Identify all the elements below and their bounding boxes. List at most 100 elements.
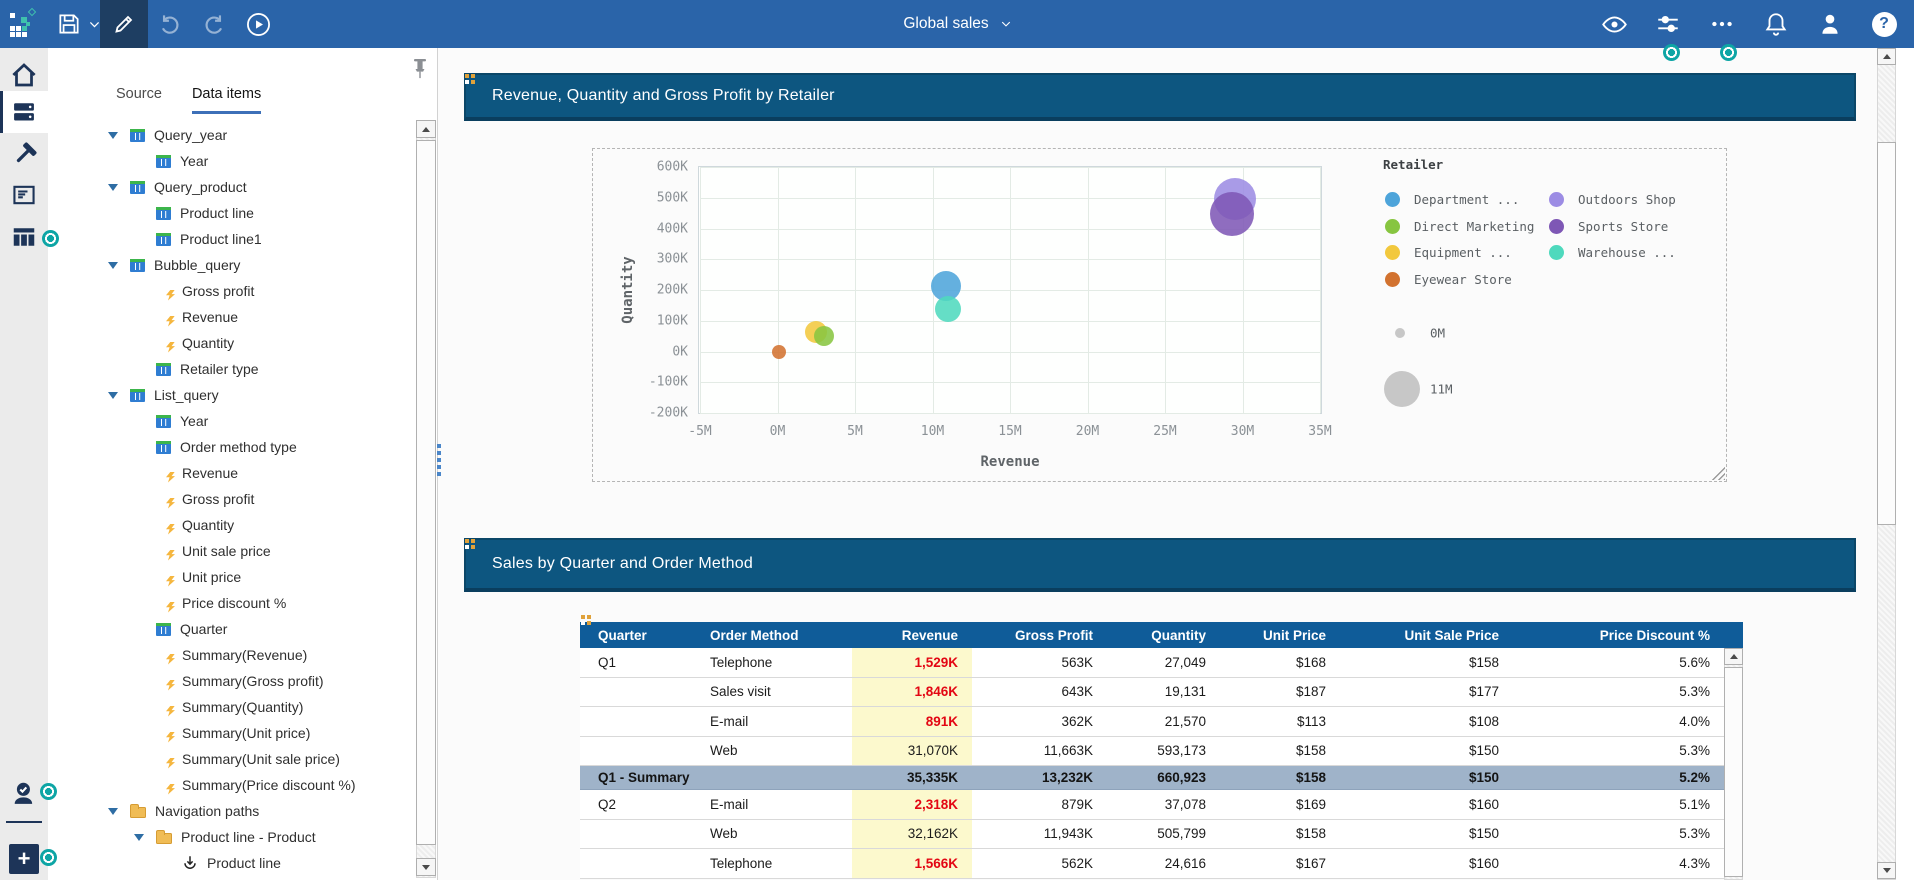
summary-cell[interactable]: 35,335K: [852, 766, 972, 789]
tree-item-summary-gross-profit-[interactable]: Summary(Gross profit): [50, 668, 414, 694]
table-cell[interactable]: Q1: [580, 648, 692, 677]
table-cell[interactable]: [580, 820, 692, 849]
tree-item-query-year[interactable]: Query_year: [50, 122, 414, 148]
tree-scrollbar-down-button[interactable]: [416, 858, 436, 876]
table-cell[interactable]: 5.3%: [1513, 737, 1724, 766]
table-cell[interactable]: Web: [692, 737, 852, 766]
table-cell[interactable]: 19,131: [1107, 678, 1220, 707]
table-cell[interactable]: 879K: [972, 790, 1107, 819]
table-cell[interactable]: $169: [1220, 790, 1340, 819]
legend-item-outdoors-shop[interactable]: Outdoors Shop: [1549, 192, 1676, 207]
tree-item-quantity[interactable]: Quantity: [50, 330, 414, 356]
run-report-button[interactable]: [236, 0, 280, 48]
table-cell[interactable]: 1,529K: [852, 648, 972, 677]
help-button[interactable]: ?: [1862, 0, 1906, 48]
table-cell[interactable]: 593,173: [1107, 737, 1220, 766]
table-cell[interactable]: $160: [1340, 790, 1513, 819]
tree-item-unit-sale-price[interactable]: Unit sale price: [50, 538, 414, 564]
column-header-unit-price[interactable]: Unit Price: [1220, 622, 1340, 648]
panel-splitter-handle[interactable]: [437, 472, 441, 476]
hint-queries[interactable]: [41, 229, 59, 247]
tree-item-bubble-query[interactable]: Bubble_query: [50, 252, 414, 278]
summary-cell[interactable]: 660,923: [1107, 766, 1220, 789]
expander-icon[interactable]: [108, 131, 130, 139]
table-cell[interactable]: 4.3%: [1513, 849, 1724, 878]
bubble-eyewear-store[interactable]: [772, 344, 787, 359]
table-row[interactable]: Telephone 1,566K 562K 24,616 $167 $160 4.3%: [580, 849, 1743, 879]
legend-item-department-[interactable]: Department ...: [1385, 192, 1519, 207]
table-cell[interactable]: 362K: [972, 707, 1107, 736]
table-row[interactable]: Sales visit 1,846K 643K 19,131 $187 $177 5.3%: [580, 677, 1743, 707]
legend-item-equipment-[interactable]: Equipment ...: [1385, 245, 1512, 261]
canvas-scrollbar-thumb[interactable]: [1877, 142, 1896, 525]
table-cell[interactable]: $160: [1340, 849, 1513, 878]
tree-item-summary-unit-sale-price-[interactable]: Summary(Unit sale price): [50, 746, 414, 772]
nav-add[interactable]: +: [9, 844, 39, 874]
hint-more-options[interactable]: [1719, 43, 1737, 61]
more-options-button[interactable]: [1700, 0, 1744, 48]
list-scrollbar-up-button[interactable]: [1724, 648, 1743, 665]
nav-data[interactable]: [0, 92, 48, 132]
chart-widget-title-bar[interactable]: Revenue, Quantity and Gross Profit by Re…: [464, 73, 1856, 121]
panel-splitter-handle[interactable]: [437, 465, 441, 469]
table-row[interactable]: E-mail 891K 362K 21,570 $113 $108 4.0%: [580, 707, 1743, 737]
table-cell[interactable]: $150: [1340, 820, 1513, 849]
table-cell[interactable]: 1,846K: [852, 677, 972, 706]
tree-item-retailer-type[interactable]: Retailer type: [50, 356, 414, 382]
tree-item-price-discount-[interactable]: Price discount %: [50, 590, 414, 616]
hint-filters[interactable]: [1662, 43, 1680, 61]
tree-item-product-line[interactable]: Product line: [50, 200, 414, 226]
tab-source[interactable]: Source: [116, 86, 162, 114]
undo-button[interactable]: [148, 0, 192, 48]
legend-item-eyewear-store[interactable]: Eyewear Store: [1385, 272, 1512, 288]
table-cell[interactable]: [580, 849, 692, 878]
expander-icon[interactable]: [108, 807, 130, 815]
legend-item-warehouse-[interactable]: Warehouse ...: [1549, 245, 1676, 261]
table-cell[interactable]: 562K: [972, 849, 1107, 878]
column-header-gross-profit[interactable]: Gross Profit: [972, 622, 1107, 648]
legend-item-sports-store[interactable]: Sports Store: [1549, 218, 1668, 234]
nav-queries[interactable]: [0, 217, 48, 257]
hint-add[interactable]: [39, 848, 57, 866]
list-handle[interactable]: [581, 615, 592, 626]
table-cell[interactable]: $150: [1340, 737, 1513, 766]
table-cell[interactable]: 37,078: [1107, 790, 1220, 819]
table-cell[interactable]: Sales visit: [692, 678, 852, 707]
report-title-menu[interactable]: Global sales: [903, 15, 1010, 33]
tree-item-summary-price-discount-[interactable]: Summary(Price discount %): [50, 772, 414, 798]
canvas-scrollbar-up-button[interactable]: [1877, 48, 1896, 65]
bubble-direct-marketing[interactable]: [814, 325, 834, 346]
save-button[interactable]: [56, 0, 100, 48]
table-row[interactable]: Web 32,162K 11,943K 505,799 $158 $150 5.3%: [580, 819, 1743, 849]
tree-scrollbar-up-button[interactable]: [416, 120, 436, 138]
panel-splitter-handle[interactable]: [437, 451, 441, 455]
tree-item-list-query[interactable]: List_query: [50, 382, 414, 408]
tree-item-product[interactable]: Product: [50, 876, 414, 880]
expander-icon[interactable]: [108, 261, 130, 269]
bubble-sports-store[interactable]: [1209, 191, 1254, 236]
summary-cell[interactable]: $158: [1220, 766, 1340, 789]
column-header-quarter[interactable]: Quarter: [580, 622, 692, 648]
canvas-scrollbar-down-button[interactable]: [1877, 862, 1896, 879]
tree-item-revenue[interactable]: Revenue: [50, 460, 414, 486]
tree-item-product-line-product[interactable]: Product line - Product: [50, 824, 414, 850]
account-button[interactable]: [1808, 0, 1852, 48]
table-cell[interactable]: E-mail: [692, 790, 852, 819]
expander-icon[interactable]: [134, 833, 156, 841]
table-row[interactable]: Q2 E-mail 2,318K 879K 37,078 $169 $160 5.1%: [580, 790, 1743, 820]
filters-button[interactable]: [1646, 0, 1690, 48]
tree-item-summary-revenue-[interactable]: Summary(Revenue): [50, 642, 414, 668]
summary-row[interactable]: Q1 - Summary 35,335K 13,232K 660,923 $158 $15…: [580, 766, 1743, 790]
chart-widget-handle[interactable]: [465, 74, 476, 85]
summary-cell[interactable]: $150: [1340, 766, 1513, 789]
table-cell[interactable]: 21,570: [1107, 707, 1220, 736]
tree-item-quarter[interactable]: Quarter: [50, 616, 414, 642]
column-header-price-discount-[interactable]: Price Discount %: [1513, 622, 1724, 648]
nav-pages[interactable]: [0, 175, 48, 215]
column-header-quantity[interactable]: Quantity: [1107, 622, 1220, 648]
tree-item-product-line1[interactable]: Product line1: [50, 226, 414, 252]
table-cell[interactable]: 11,663K: [972, 737, 1107, 766]
edit-mode-button[interactable]: [100, 0, 148, 48]
summary-cell[interactable]: 5.2%: [1513, 766, 1724, 789]
table-row[interactable]: Web 31,070K 11,663K 593,173 $158 $150 5.3%: [580, 736, 1743, 766]
